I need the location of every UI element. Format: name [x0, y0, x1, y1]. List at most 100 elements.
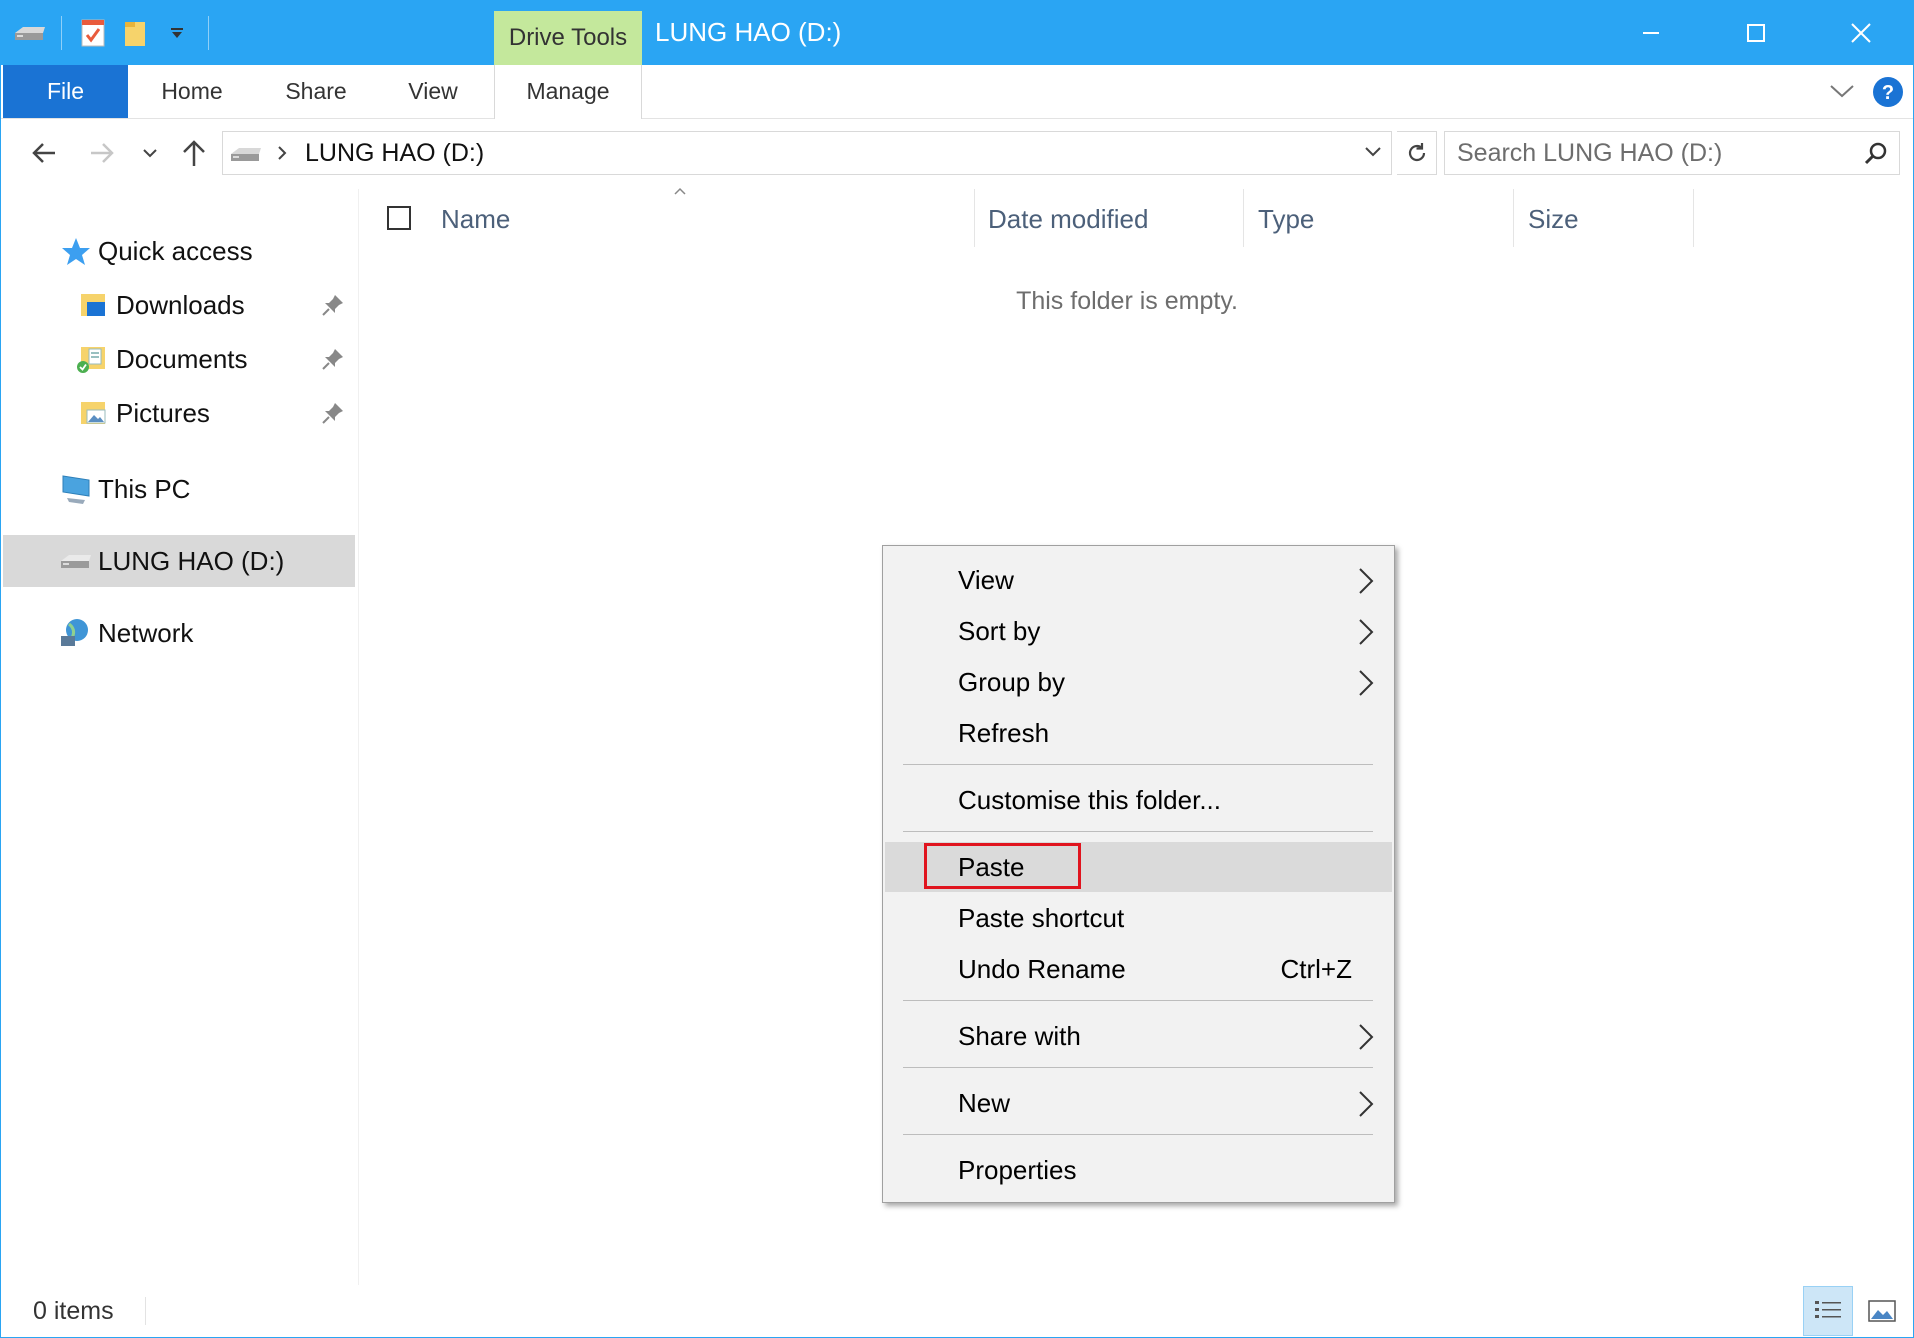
menu-item-label: Undo Rename [958, 954, 1126, 984]
menu-item-view[interactable]: View [885, 555, 1392, 605]
menu-item-properties[interactable]: Properties [885, 1145, 1392, 1195]
back-button[interactable] [25, 133, 63, 173]
menu-separator [903, 831, 1373, 832]
nav-item-network[interactable]: Network [3, 607, 355, 659]
menu-item-customise-folder[interactable]: Customise this folder... [885, 775, 1392, 825]
nav-quick-access[interactable]: Quick access [3, 225, 355, 277]
breadcrumb-chevron-icon[interactable] [275, 144, 289, 167]
select-all-checkbox[interactable] [387, 206, 411, 230]
tab-manage[interactable]: Manage [495, 65, 641, 118]
customize-toolbar-dropdown-icon[interactable] [156, 1, 198, 65]
minimize-button[interactable] [1598, 1, 1703, 65]
submenu-arrow-icon [1356, 669, 1376, 697]
menu-item-undo-rename[interactable]: Undo Rename Ctrl+Z [885, 944, 1392, 994]
menu-item-paste-shortcut[interactable]: Paste shortcut [885, 893, 1392, 943]
downloads-folder-icon [79, 290, 109, 325]
column-divider[interactable] [974, 189, 975, 247]
tab-file[interactable]: File [3, 65, 128, 118]
menu-item-label: Paste shortcut [958, 903, 1125, 933]
tab-manage-container: Manage [494, 65, 642, 119]
nav-quick-access-label: Quick access [98, 236, 253, 266]
search-icon[interactable] [1863, 141, 1889, 172]
search-box[interactable] [1444, 131, 1900, 175]
nav-item-label: Network [98, 618, 194, 648]
address-bar[interactable]: LUNG HAO (D:) [222, 131, 1392, 175]
tab-share[interactable]: Share [271, 65, 361, 118]
nav-item-label: This PC [98, 474, 191, 504]
column-header-type[interactable]: Type [1258, 189, 1508, 249]
pin-icon[interactable] [321, 347, 345, 371]
nav-item-label: Documents [116, 344, 248, 374]
address-row: LUNG HAO (D:) [1, 119, 1913, 189]
nav-item-downloads[interactable]: Downloads [3, 279, 355, 331]
menu-item-label: View [958, 565, 1014, 595]
star-icon [61, 237, 91, 272]
large-icons-view-button[interactable] [1857, 1286, 1907, 1336]
paste-highlight-annotation [924, 843, 1081, 889]
column-header-size[interactable]: Size [1528, 189, 1688, 249]
status-bar: 0 items [1, 1285, 1913, 1337]
status-divider [145, 1297, 146, 1325]
up-button[interactable] [175, 133, 213, 173]
menu-item-refresh[interactable]: Refresh [885, 708, 1392, 758]
pin-icon[interactable] [321, 293, 345, 317]
menu-item-new[interactable]: New [885, 1078, 1392, 1128]
column-header-date-modified[interactable]: Date modified [988, 189, 1238, 249]
documents-folder-icon [75, 343, 109, 380]
explorer-window: Drive Tools LUNG HAO (D:) File Home Shar… [0, 0, 1914, 1338]
new-folder-icon[interactable] [114, 1, 156, 65]
menu-item-label: New [958, 1088, 1011, 1118]
menu-item-label: Group by [958, 667, 1065, 697]
toolbar-divider [208, 16, 209, 50]
recent-locations-chevron-icon[interactable] [137, 133, 163, 173]
maximize-button[interactable] [1703, 1, 1808, 65]
context-menu: View Sort by Group by Refresh Customise … [882, 545, 1395, 1203]
column-divider[interactable] [1243, 189, 1244, 247]
window-title: LUNG HAO (D:) [655, 17, 842, 47]
title-bar: Drive Tools LUNG HAO (D:) [1, 1, 1913, 65]
submenu-arrow-icon [1356, 1090, 1376, 1118]
menu-separator [903, 1134, 1373, 1135]
menu-item-shortcut: Ctrl+Z [1280, 954, 1353, 984]
menu-item-label: Refresh [958, 718, 1050, 748]
svg-text:?: ? [1882, 82, 1894, 104]
menu-separator [903, 764, 1373, 765]
network-icon [59, 616, 91, 655]
menu-item-label: Sort by [958, 616, 1041, 646]
forward-button[interactable] [83, 133, 121, 173]
computer-icon [59, 472, 93, 511]
menu-item-share-with[interactable]: Share with [885, 1011, 1392, 1061]
help-icon[interactable]: ? [1872, 76, 1904, 108]
menu-separator [903, 1067, 1373, 1068]
submenu-arrow-icon [1356, 567, 1376, 595]
column-divider[interactable] [1513, 189, 1514, 247]
nav-item-this-pc[interactable]: This PC [3, 463, 355, 515]
menu-item-group-by[interactable]: Group by [885, 657, 1392, 707]
column-header-name[interactable]: Name [441, 189, 971, 249]
quick-access-toolbar [9, 1, 219, 65]
nav-item-documents[interactable]: Documents [3, 333, 355, 385]
nav-item-pictures[interactable]: Pictures [3, 387, 355, 439]
submenu-arrow-icon [1356, 1023, 1376, 1051]
refresh-button[interactable] [1397, 131, 1437, 175]
nav-item-drive-d[interactable]: LUNG HAO (D:) [3, 535, 355, 587]
details-view-button[interactable] [1803, 1286, 1853, 1336]
tab-view[interactable]: View [393, 65, 473, 118]
menu-item-sort-by[interactable]: Sort by [885, 606, 1392, 656]
close-button[interactable] [1808, 1, 1913, 65]
drive-icon [229, 144, 263, 169]
expand-ribbon-icon[interactable] [1827, 81, 1857, 101]
details-view-icon [1815, 1301, 1841, 1318]
menu-item-label: Customise this folder... [958, 785, 1221, 815]
nav-item-label: Downloads [116, 290, 245, 320]
address-history-chevron-icon[interactable] [1363, 144, 1383, 165]
breadcrumb-path[interactable]: LUNG HAO (D:) [305, 139, 484, 168]
column-divider[interactable] [1693, 189, 1694, 247]
search-input[interactable] [1457, 138, 1847, 168]
properties-icon[interactable] [72, 1, 114, 65]
drive-tools-context-tab: Drive Tools [494, 11, 642, 65]
tab-home[interactable]: Home [143, 65, 241, 118]
pin-icon[interactable] [321, 401, 345, 425]
drive-icon[interactable] [9, 1, 51, 65]
nav-item-label: Pictures [116, 398, 210, 428]
